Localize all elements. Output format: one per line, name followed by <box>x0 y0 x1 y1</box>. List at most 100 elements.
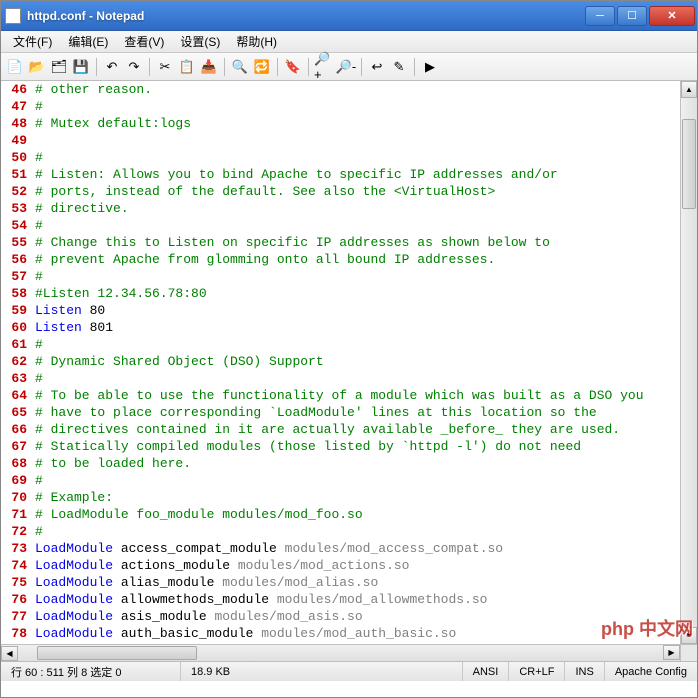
toolbar-separator <box>361 58 362 76</box>
horizontal-scroll-thumb[interactable] <box>37 646 197 660</box>
bookmark-icon[interactable]: 🔖 <box>283 57 303 77</box>
scroll-up-icon[interactable]: ▲ <box>681 81 697 98</box>
code-line[interactable]: # directives contained in it are actuall… <box>35 421 697 438</box>
scroll-right-icon[interactable]: ▶ <box>663 645 680 660</box>
menu-help[interactable]: 帮助(H) <box>228 31 285 52</box>
code-line[interactable]: # other reason. <box>35 81 697 98</box>
titlebar[interactable]: httpd.conf - Notepad ─ ☐ ✕ <box>1 1 697 31</box>
code-line[interactable]: # Listen: Allows you to bind Apache to s… <box>35 166 697 183</box>
line-number: 68 <box>1 455 27 472</box>
menu-view[interactable]: 查看(V) <box>116 31 172 52</box>
status-size: 18.9 KB <box>181 662 463 681</box>
scroll-left-icon[interactable]: ◀ <box>1 646 18 661</box>
maximize-button[interactable]: ☐ <box>617 6 647 26</box>
status-position: 行 60 : 511 列 8 选定 0 <box>1 662 181 681</box>
code-line[interactable]: # <box>35 472 697 489</box>
code-line[interactable]: LoadModule alias_module modules/mod_alia… <box>35 574 697 591</box>
line-number: 78 <box>1 625 27 642</box>
code-line[interactable]: # <box>35 268 697 285</box>
code-line[interactable]: # to be loaded here. <box>35 455 697 472</box>
line-number: 57 <box>1 268 27 285</box>
line-number: 60 <box>1 319 27 336</box>
code-line[interactable]: LoadModule asis_module modules/mod_asis.… <box>35 608 697 625</box>
line-number: 50 <box>1 149 27 166</box>
highlight-icon[interactable]: ✎ <box>389 57 409 77</box>
code-line[interactable]: # <box>35 98 697 115</box>
menu-edit[interactable]: 编辑(E) <box>60 31 116 52</box>
status-filetype: Apache Config <box>605 662 697 681</box>
zoom-out-icon[interactable]: 🔎- <box>336 57 356 77</box>
code-line[interactable]: Listen 801 <box>35 319 697 336</box>
code-line[interactable]: # Example: <box>35 489 697 506</box>
status-insert-mode: INS <box>565 662 604 681</box>
vertical-scrollbar[interactable]: ▲ ▼ <box>680 81 697 644</box>
save-all-icon[interactable]: 🗂 <box>49 57 69 77</box>
line-number: 51 <box>1 166 27 183</box>
vertical-scroll-thumb[interactable] <box>682 119 696 209</box>
code-line[interactable]: # <box>35 217 697 234</box>
redo-icon[interactable]: ↷ <box>124 57 144 77</box>
code-line[interactable]: # have to place corresponding `LoadModul… <box>35 404 697 421</box>
toolbar: 📄📂🗂💾 ↶↷ ✂📋📥 🔍🔁 🔖 🔎+🔎- ↩✎ ▶ <box>1 53 697 81</box>
copy-icon[interactable]: 📋 <box>177 57 197 77</box>
macro-icon[interactable]: ▶ <box>420 57 440 77</box>
code-line[interactable]: # <box>35 370 697 387</box>
replace-icon[interactable]: 🔁 <box>252 57 272 77</box>
toolbar-separator <box>308 58 309 76</box>
code-line[interactable]: # directive. <box>35 200 697 217</box>
wrap-icon[interactable]: ↩ <box>367 57 387 77</box>
minimize-button[interactable]: ─ <box>585 6 615 26</box>
save-icon[interactable]: 💾 <box>71 57 91 77</box>
line-number-gutter: 4647484950515253545556575859606162636465… <box>1 81 33 661</box>
code-line[interactable]: # LoadModule foo_module modules/mod_foo.… <box>35 506 697 523</box>
code-line[interactable]: LoadModule access_compat_module modules/… <box>35 540 697 557</box>
new-icon[interactable]: 📄 <box>5 57 25 77</box>
code-line[interactable]: # Statically compiled modules (those lis… <box>35 438 697 455</box>
menu-file[interactable]: 文件(F) <box>5 31 60 52</box>
line-number: 54 <box>1 217 27 234</box>
code-line[interactable]: # Change this to Listen on specific IP a… <box>35 234 697 251</box>
toolbar-separator <box>224 58 225 76</box>
line-number: 59 <box>1 302 27 319</box>
code-line[interactable]: #Listen 12.34.56.78:80 <box>35 285 697 302</box>
open-icon[interactable]: 📂 <box>27 57 47 77</box>
close-button[interactable]: ✕ <box>649 6 695 26</box>
code-line[interactable]: # <box>35 149 697 166</box>
toolbar-separator <box>149 58 150 76</box>
undo-icon[interactable]: ↶ <box>102 57 122 77</box>
text-editor[interactable]: 4647484950515253545556575859606162636465… <box>1 81 697 661</box>
find-icon[interactable]: 🔍 <box>230 57 250 77</box>
code-line[interactable]: # To be able to use the functionality of… <box>35 387 697 404</box>
line-number: 73 <box>1 540 27 557</box>
code-line[interactable]: # <box>35 523 697 540</box>
window-title: httpd.conf - Notepad <box>27 9 585 23</box>
line-number: 76 <box>1 591 27 608</box>
code-line[interactable]: # prevent Apache from glomming onto all … <box>35 251 697 268</box>
zoom-in-icon[interactable]: 🔎+ <box>314 57 334 77</box>
code-content[interactable]: # other reason.## Mutex default:logs ## … <box>33 81 697 661</box>
menu-settings[interactable]: 设置(S) <box>172 31 228 52</box>
paste-icon[interactable]: 📥 <box>199 57 219 77</box>
code-line[interactable]: LoadModule auth_basic_module modules/mod… <box>35 625 697 642</box>
toolbar-separator <box>277 58 278 76</box>
line-number: 55 <box>1 234 27 251</box>
status-eol: CR+LF <box>509 662 565 681</box>
code-line[interactable]: LoadModule allowmethods_module modules/m… <box>35 591 697 608</box>
toolbar-separator <box>414 58 415 76</box>
scroll-corner <box>680 644 697 661</box>
line-number: 69 <box>1 472 27 489</box>
code-line[interactable] <box>35 132 697 149</box>
line-number: 61 <box>1 336 27 353</box>
code-line[interactable]: # Dynamic Shared Object (DSO) Support <box>35 353 697 370</box>
line-number: 47 <box>1 98 27 115</box>
toolbar-separator <box>96 58 97 76</box>
code-line[interactable]: # <box>35 336 697 353</box>
code-line[interactable]: Listen 80 <box>35 302 697 319</box>
statusbar: 行 60 : 511 列 8 选定 0 18.9 KB ANSI CR+LF I… <box>1 661 697 681</box>
code-line[interactable]: # Mutex default:logs <box>35 115 697 132</box>
horizontal-scrollbar[interactable]: ◀ ▶ <box>1 644 680 661</box>
code-line[interactable]: LoadModule actions_module modules/mod_ac… <box>35 557 697 574</box>
code-line[interactable]: # ports, instead of the default. See als… <box>35 183 697 200</box>
line-number: 56 <box>1 251 27 268</box>
cut-icon[interactable]: ✂ <box>155 57 175 77</box>
